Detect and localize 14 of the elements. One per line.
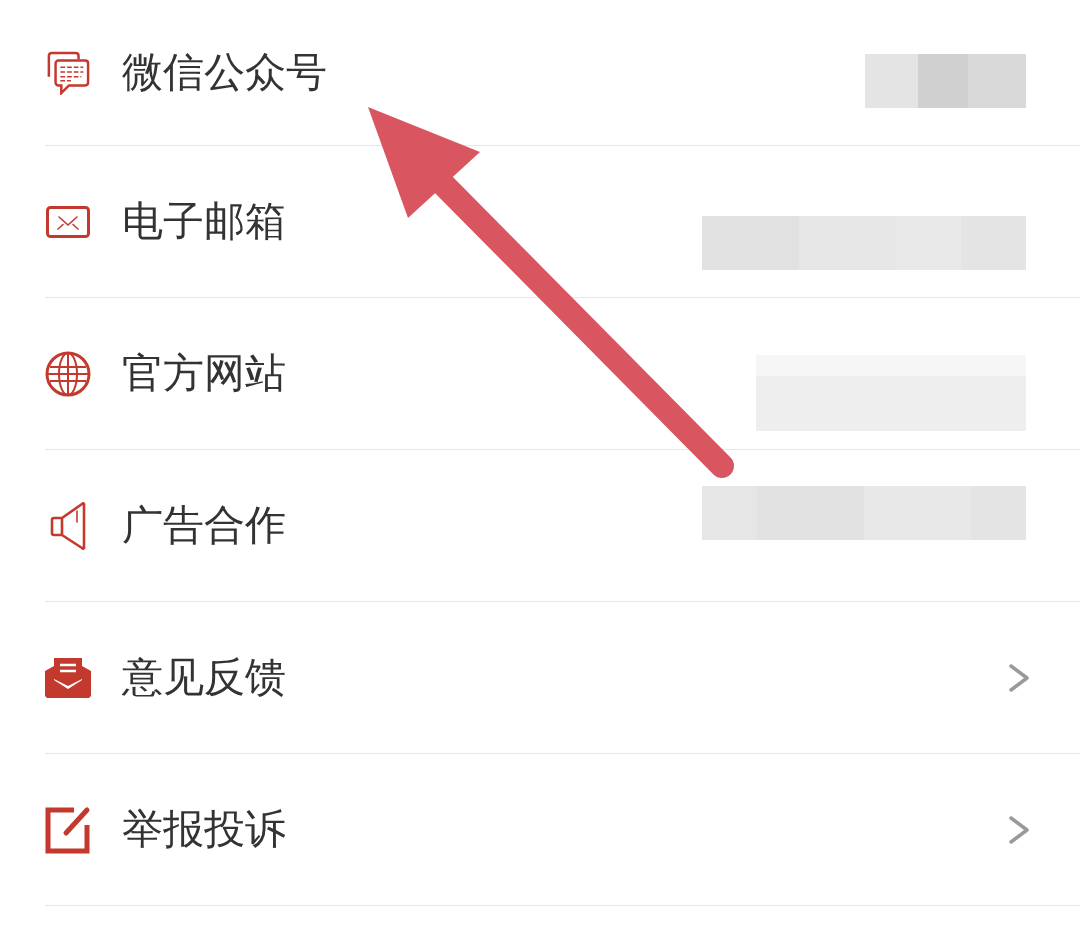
menu-item-label[interactable]: 官方网站	[122, 348, 286, 399]
edit-icon	[45, 805, 91, 854]
chat-bubbles-icon	[46, 50, 90, 95]
globe-icon	[45, 350, 91, 397]
menu-item-label[interactable]: 电子邮箱	[122, 196, 286, 247]
chevron-right-icon[interactable]	[1008, 662, 1030, 693]
menu-item-label[interactable]: 广告合作	[122, 500, 286, 551]
mail-letter-icon	[45, 657, 91, 698]
speaker-icon	[50, 500, 86, 551]
menu-item-label[interactable]: 微信公众号	[122, 47, 327, 98]
chevron-right-icon[interactable]	[1008, 814, 1030, 845]
envelope-icon	[46, 205, 90, 238]
menu-item-label[interactable]: 举报投诉	[122, 804, 286, 855]
menu-item-label[interactable]: 意见反馈	[122, 652, 286, 703]
